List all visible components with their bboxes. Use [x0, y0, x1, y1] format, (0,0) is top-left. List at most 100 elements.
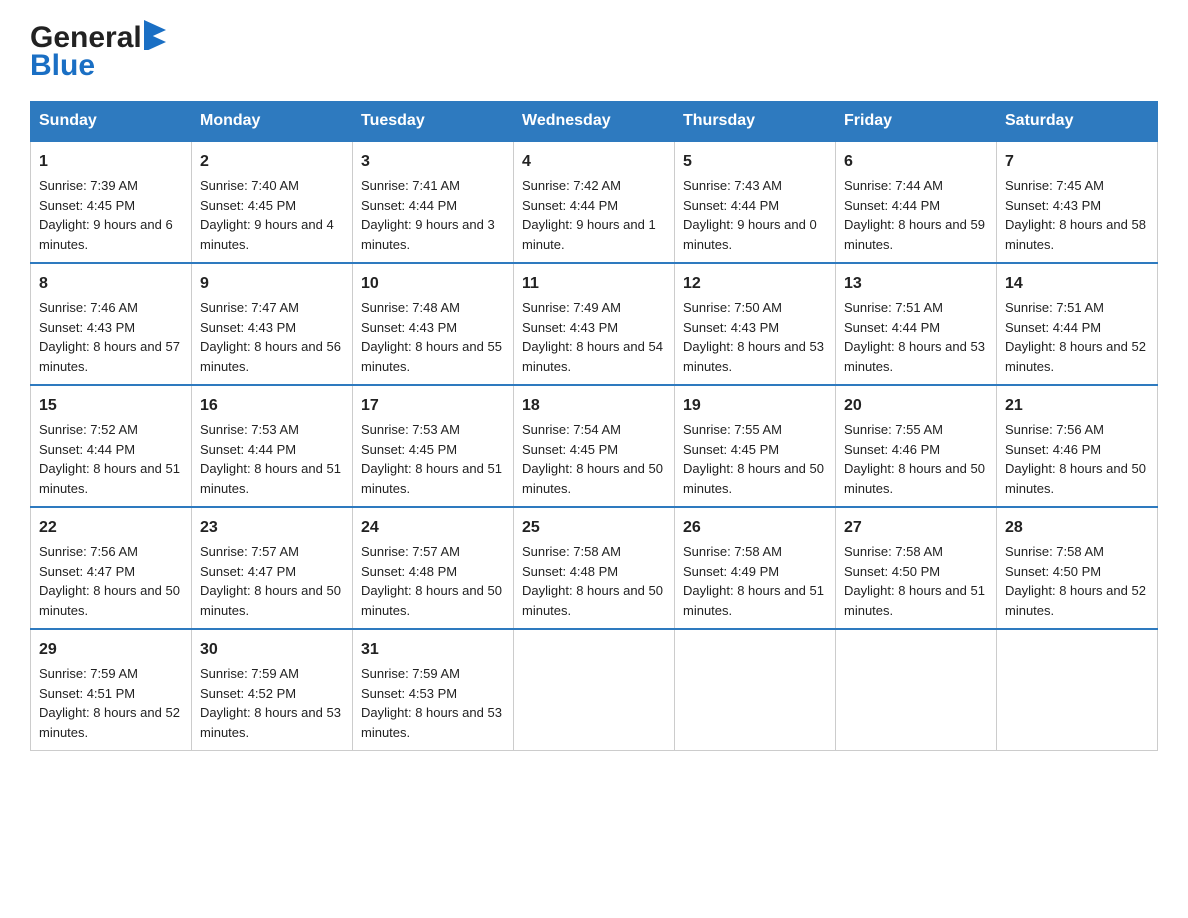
calendar-cell: 16Sunrise: 7:53 AMSunset: 4:44 PMDayligh… — [192, 385, 353, 507]
sunrise-text: Sunrise: 7:58 AM — [683, 544, 782, 559]
sunset-text: Sunset: 4:43 PM — [683, 320, 779, 335]
sunset-text: Sunset: 4:44 PM — [683, 198, 779, 213]
header-day-monday: Monday — [192, 102, 353, 142]
calendar-cell — [675, 629, 836, 751]
sunset-text: Sunset: 4:45 PM — [200, 198, 296, 213]
calendar-cell: 19Sunrise: 7:55 AMSunset: 4:45 PMDayligh… — [675, 385, 836, 507]
sunset-text: Sunset: 4:44 PM — [844, 320, 940, 335]
header-row: SundayMondayTuesdayWednesdayThursdayFrid… — [31, 102, 1158, 142]
sunrise-text: Sunrise: 7:51 AM — [844, 300, 943, 315]
daylight-text: Daylight: 8 hours and 50 minutes. — [1005, 461, 1146, 496]
sunset-text: Sunset: 4:44 PM — [1005, 320, 1101, 335]
day-number: 10 — [361, 272, 505, 296]
sunset-text: Sunset: 4:47 PM — [39, 564, 135, 579]
sunrise-text: Sunrise: 7:55 AM — [844, 422, 943, 437]
day-number: 21 — [1005, 394, 1149, 418]
daylight-text: Daylight: 8 hours and 52 minutes. — [1005, 583, 1146, 618]
sunrise-text: Sunrise: 7:40 AM — [200, 178, 299, 193]
week-row-4: 22Sunrise: 7:56 AMSunset: 4:47 PMDayligh… — [31, 507, 1158, 629]
calendar-cell: 10Sunrise: 7:48 AMSunset: 4:43 PMDayligh… — [353, 263, 514, 385]
day-number: 13 — [844, 272, 988, 296]
calendar-cell — [514, 629, 675, 751]
day-number: 25 — [522, 516, 666, 540]
header-day-saturday: Saturday — [997, 102, 1158, 142]
calendar-cell: 12 Sunrise: 7:50 AM Sunset: 4:43 PM Dayligh… — [675, 263, 836, 385]
sunrise-text: Sunrise: 7:59 AM — [200, 666, 299, 681]
daylight-text: Daylight: 8 hours and 50 minutes. — [522, 583, 663, 618]
calendar-cell: 20Sunrise: 7:55 AMSunset: 4:46 PMDayligh… — [836, 385, 997, 507]
sunset-text: Sunset: 4:44 PM — [522, 198, 618, 213]
sunrise-text: Sunrise: 7:53 AM — [361, 422, 460, 437]
sunset-text: Sunset: 4:48 PM — [522, 564, 618, 579]
week-row-5: 29Sunrise: 7:59 AMSunset: 4:51 PMDayligh… — [31, 629, 1158, 751]
sunset-text: Sunset: 4:43 PM — [522, 320, 618, 335]
sunset-text: Sunset: 4:44 PM — [361, 198, 457, 213]
sunset-text: Sunset: 4:44 PM — [39, 442, 135, 457]
sunrise-text: Sunrise: 7:44 AM — [844, 178, 943, 193]
daylight-text: Daylight: 8 hours and 57 minutes. — [39, 339, 180, 374]
day-number: 30 — [200, 638, 344, 662]
logo: General Blue — [30, 20, 170, 81]
calendar-cell: 7Sunrise: 7:45 AMSunset: 4:43 PMDaylight… — [997, 141, 1158, 263]
daylight-text: Daylight: 8 hours and 51 minutes. — [361, 461, 502, 496]
sunset-text: Sunset: 4:52 PM — [200, 686, 296, 701]
sunrise-text: Sunrise: 7:57 AM — [200, 544, 299, 559]
daylight-text: Daylight: 8 hours and 52 minutes. — [1005, 339, 1146, 374]
calendar-cell: 14Sunrise: 7:51 AMSunset: 4:44 PMDayligh… — [997, 263, 1158, 385]
header-day-sunday: Sunday — [31, 102, 192, 142]
calendar-body: 1Sunrise: 7:39 AMSunset: 4:45 PMDaylight… — [31, 141, 1158, 751]
sunset-text: Sunset: 4:45 PM — [683, 442, 779, 457]
calendar-cell: 13Sunrise: 7:51 AMSunset: 4:44 PMDayligh… — [836, 263, 997, 385]
daylight-text: Daylight: 8 hours and 50 minutes. — [361, 583, 502, 618]
calendar-cell — [836, 629, 997, 751]
day-number: 5 — [683, 150, 827, 174]
sunset-text: Sunset: 4:43 PM — [361, 320, 457, 335]
header-day-wednesday: Wednesday — [514, 102, 675, 142]
daylight-text: Daylight: 8 hours and 51 minutes. — [200, 461, 341, 496]
calendar-cell: 22Sunrise: 7:56 AMSunset: 4:47 PMDayligh… — [31, 507, 192, 629]
day-number: 12 — [683, 272, 827, 296]
day-number: 7 — [1005, 150, 1149, 174]
daylight-text: Daylight: 8 hours and 53 minutes. — [683, 339, 824, 374]
sunrise-text: Sunrise: 7:54 AM — [522, 422, 621, 437]
sunset-text: Sunset: 4:50 PM — [1005, 564, 1101, 579]
sunset-text: Sunset: 4:53 PM — [361, 686, 457, 701]
week-row-1: 1Sunrise: 7:39 AMSunset: 4:45 PMDaylight… — [31, 141, 1158, 263]
daylight-text: Daylight: 8 hours and 50 minutes. — [39, 583, 180, 618]
calendar-cell: 23Sunrise: 7:57 AMSunset: 4:47 PMDayligh… — [192, 507, 353, 629]
calendar-cell: 4Sunrise: 7:42 AMSunset: 4:44 PMDaylight… — [514, 141, 675, 263]
daylight-text: Daylight: 8 hours and 54 minutes. — [522, 339, 663, 374]
sunset-text: Sunset: 4:51 PM — [39, 686, 135, 701]
calendar-cell: 11Sunrise: 7:49 AMSunset: 4:43 PMDayligh… — [514, 263, 675, 385]
day-number: 29 — [39, 638, 183, 662]
week-row-2: 8Sunrise: 7:46 AMSunset: 4:43 PMDaylight… — [31, 263, 1158, 385]
day-number: 8 — [39, 272, 183, 296]
sunrise-text: Sunrise: 7:41 AM — [361, 178, 460, 193]
daylight-text: Daylight: 9 hours and 4 minutes. — [200, 217, 334, 252]
daylight-text: Daylight: 9 hours and 3 minutes. — [361, 217, 495, 252]
calendar-header: SundayMondayTuesdayWednesdayThursdayFrid… — [31, 102, 1158, 142]
day-number: 17 — [361, 394, 505, 418]
sunset-text: Sunset: 4:43 PM — [200, 320, 296, 335]
daylight-text: Daylight: 8 hours and 50 minutes. — [683, 461, 824, 496]
sunset-text: Sunset: 4:49 PM — [683, 564, 779, 579]
daylight-text: Daylight: 8 hours and 51 minutes. — [844, 583, 985, 618]
sunrise-text: Sunrise: 7:58 AM — [1005, 544, 1104, 559]
sunset-text: Sunset: 4:50 PM — [844, 564, 940, 579]
daylight-text: Daylight: 8 hours and 59 minutes. — [844, 217, 985, 252]
calendar-cell: 15Sunrise: 7:52 AMSunset: 4:44 PMDayligh… — [31, 385, 192, 507]
day-number: 27 — [844, 516, 988, 540]
day-number: 2 — [200, 150, 344, 174]
calendar-cell: 2 Sunrise: 7:40 AM Sunset: 4:45 PM Daylight… — [192, 141, 353, 263]
sunrise-text: Sunrise: 7:50 AM — [683, 300, 782, 315]
day-number: 20 — [844, 394, 988, 418]
header-day-thursday: Thursday — [675, 102, 836, 142]
day-number: 16 — [200, 394, 344, 418]
daylight-text: Daylight: 9 hours and 1 minute. — [522, 217, 656, 252]
sunset-text: Sunset: 4:43 PM — [39, 320, 135, 335]
sunset-text: Sunset: 4:44 PM — [844, 198, 940, 213]
logo-blue: Blue — [30, 51, 95, 81]
calendar-cell: 1Sunrise: 7:39 AMSunset: 4:45 PMDaylight… — [31, 141, 192, 263]
calendar-cell: 31Sunrise: 7:59 AMSunset: 4:53 PMDayligh… — [353, 629, 514, 751]
sunrise-text: Sunrise: 7:59 AM — [39, 666, 138, 681]
